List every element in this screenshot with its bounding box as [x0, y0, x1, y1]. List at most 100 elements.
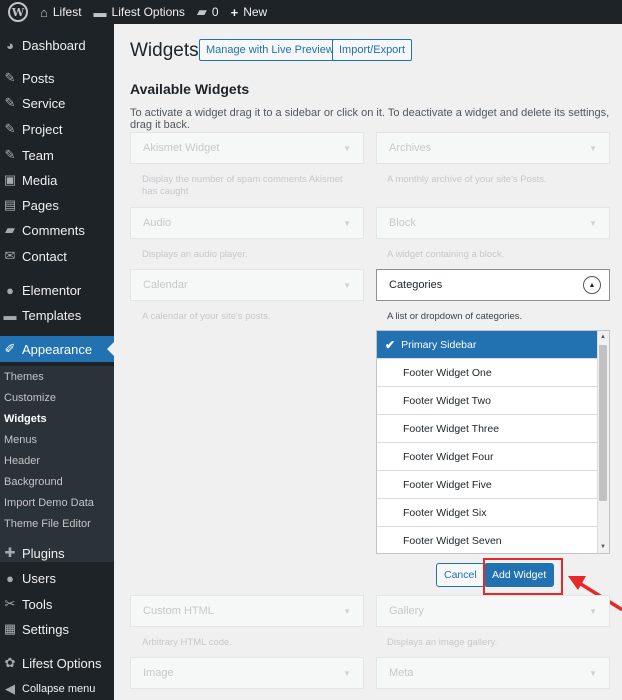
plus-icon: +: [230, 4, 239, 20]
plugin-icon: ✚: [4, 545, 16, 560]
pin-icon: ✎: [4, 95, 16, 110]
caret-down-icon[interactable]: ▼: [343, 144, 351, 153]
section-title: Available Widgets: [130, 81, 250, 97]
sidebar-item-templates[interactable]: ▬ Templates: [0, 302, 114, 328]
sidebar-item-comments[interactable]: ▰ Comments: [0, 217, 114, 243]
submenu-item-theme-file-editor[interactable]: Theme File Editor: [4, 518, 91, 530]
sidebar-item-label: Plugins: [22, 545, 65, 561]
widget-categories[interactable]: Categories ▲: [376, 269, 610, 301]
sidebar-item-dashboard[interactable]: ◕ Dashboard: [0, 32, 114, 58]
comments-count: 0: [211, 5, 219, 19]
widget-archives[interactable]: Archives ▼: [376, 132, 610, 164]
folder-icon: ▬: [3, 307, 17, 323]
scrollbar-thumb[interactable]: [599, 345, 607, 501]
caret-down-icon[interactable]: ▼: [343, 281, 351, 290]
widget-meta[interactable]: Meta ▼: [376, 657, 610, 689]
sidebar-item-label: Tools: [22, 596, 53, 612]
submenu-item-background[interactable]: Background: [4, 476, 63, 488]
elementor-icon: ●: [6, 282, 14, 298]
sidebar-choice[interactable]: Footer Widget Seven: [377, 527, 598, 553]
page-title: Widgets: [130, 40, 199, 61]
submenu-item-menus[interactable]: Menus: [4, 434, 37, 446]
sidebar-choice[interactable]: Footer Widget Two: [377, 387, 598, 415]
sidebar-item-label: Contact: [22, 248, 67, 264]
cancel-button[interactable]: Cancel: [436, 563, 485, 587]
widget-title: Gallery: [389, 605, 424, 617]
caret-down-icon[interactable]: ▼: [589, 219, 597, 228]
sidebar-choice[interactable]: Footer Widget Four: [377, 443, 598, 471]
widget-calendar[interactable]: Calendar ▼: [130, 269, 364, 301]
caret-down-icon[interactable]: ▼: [589, 669, 597, 678]
submenu-item-themes[interactable]: Themes: [4, 371, 44, 383]
sidebar-choice[interactable]: Footer Widget One: [377, 359, 598, 387]
sidebar-choice[interactable]: Footer Widget Five: [377, 471, 598, 499]
pin-icon: ✎: [4, 70, 16, 85]
widget-description: Arbitrary HTML code.: [142, 637, 232, 648]
new-content-link[interactable]: + New: [225, 0, 274, 24]
widget-title: Meta: [389, 667, 414, 679]
widget-akismet[interactable]: Akismet Widget ▼: [130, 132, 364, 164]
submenu-item-customize[interactable]: Customize: [4, 392, 56, 404]
widgets-description: To activate a widget drag it to a sideba…: [130, 107, 610, 131]
sidebar-choice[interactable]: Footer Widget Six: [377, 499, 598, 527]
sidebar-item-label: Settings: [22, 621, 69, 637]
sidebar-choice[interactable]: Footer Widget Three: [377, 415, 598, 443]
brush-icon: ✐: [4, 341, 16, 356]
submenu-item-widgets[interactable]: Widgets: [4, 413, 47, 425]
wordpress-icon: W: [8, 2, 28, 22]
sidebar-item-settings[interactable]: ▦ Settings: [0, 616, 114, 642]
sidebar-item-team[interactable]: ✎ Team: [0, 142, 114, 168]
sidebar-item-label: Posts: [22, 70, 55, 86]
sidebar-item-collapse-menu[interactable]: ◀ Collapse menu: [0, 676, 114, 700]
widget-image[interactable]: Image ▼: [130, 657, 364, 689]
sidebar-choice-label: Primary Sidebar: [401, 338, 477, 351]
widget-description: A list or dropdown of categories.: [387, 311, 523, 322]
caret-down-icon[interactable]: ▼: [343, 219, 351, 228]
sidebar-item-plugins[interactable]: ✚ Plugins: [0, 540, 114, 566]
sidebar-item-users[interactable]: ● Users: [0, 565, 114, 591]
sidebar-item-contact[interactable]: ✉ Contact: [0, 243, 114, 269]
sidebar-item-posts[interactable]: ✎ Posts: [0, 65, 114, 91]
scroll-down-icon[interactable]: ▼: [599, 544, 607, 550]
widget-custom-html[interactable]: Custom HTML ▼: [130, 595, 364, 627]
mail-icon: ✉: [4, 248, 16, 263]
widget-description: Display the number of spam comments Akis…: [142, 174, 343, 197]
import-export-button[interactable]: Import/Export: [332, 39, 413, 61]
site-name-link[interactable]: ⌂ Lifest: [34, 0, 88, 24]
caret-down-icon[interactable]: ▼: [589, 607, 597, 616]
widget-gallery[interactable]: Gallery ▼: [376, 595, 610, 627]
widget-title: Calendar: [143, 279, 188, 291]
theme-options-link[interactable]: ▬ Lifest Options: [88, 0, 191, 24]
sidebar-item-pages[interactable]: ▤ Pages: [0, 192, 114, 218]
widget-audio[interactable]: Audio ▼: [130, 207, 364, 239]
sidebar-item-label: Comments: [22, 222, 85, 238]
sidebar-item-service[interactable]: ✎ Service: [0, 90, 114, 116]
gear-icon: ✿: [4, 655, 16, 670]
sidebar-choice[interactable]: ✔ Primary Sidebar: [377, 331, 598, 359]
widget-block[interactable]: Block ▼: [376, 207, 610, 239]
sidebar-item-label: Appearance: [22, 341, 93, 357]
settings-icon: ▦: [3, 621, 17, 636]
sidebar-item-media[interactable]: ▣ Media: [0, 167, 114, 193]
sidebar-item-label: Service: [22, 95, 66, 111]
wp-logo-menu[interactable]: W: [0, 0, 34, 24]
annotation-highlight-box: [483, 558, 563, 595]
sidebar-item-label: Collapse menu: [22, 683, 96, 695]
collapse-toggle-icon[interactable]: ▲: [583, 276, 601, 294]
sidebar-item-lifest-options[interactable]: ✿ Lifest Options: [0, 650, 114, 676]
comments-link[interactable]: ▰ 0: [191, 0, 225, 24]
caret-down-icon[interactable]: ▼: [343, 607, 351, 616]
sidebar-item-elementor[interactable]: ● Elementor: [0, 277, 114, 303]
manage-live-preview-button[interactable]: Manage with Live Preview: [199, 39, 341, 61]
caret-down-icon[interactable]: ▼: [589, 144, 597, 153]
sidebar-item-project[interactable]: ✎ Project: [0, 116, 114, 142]
caret-down-icon[interactable]: ▼: [343, 669, 351, 678]
submenu-item-header[interactable]: Header: [4, 455, 40, 467]
main-content: Widgets Manage with Live Preview Import/…: [114, 24, 622, 700]
sidebar-item-tools[interactable]: ✂ Tools: [0, 591, 114, 617]
widget-description: Displays an image gallery.: [387, 637, 498, 648]
submenu-item-import-demo-data[interactable]: Import Demo Data: [4, 497, 94, 509]
list-scrollbar[interactable]: ▲ ▼: [597, 331, 609, 553]
sidebar-item-appearance[interactable]: ✐ Appearance: [0, 336, 114, 362]
scroll-up-icon[interactable]: ▲: [599, 334, 607, 340]
